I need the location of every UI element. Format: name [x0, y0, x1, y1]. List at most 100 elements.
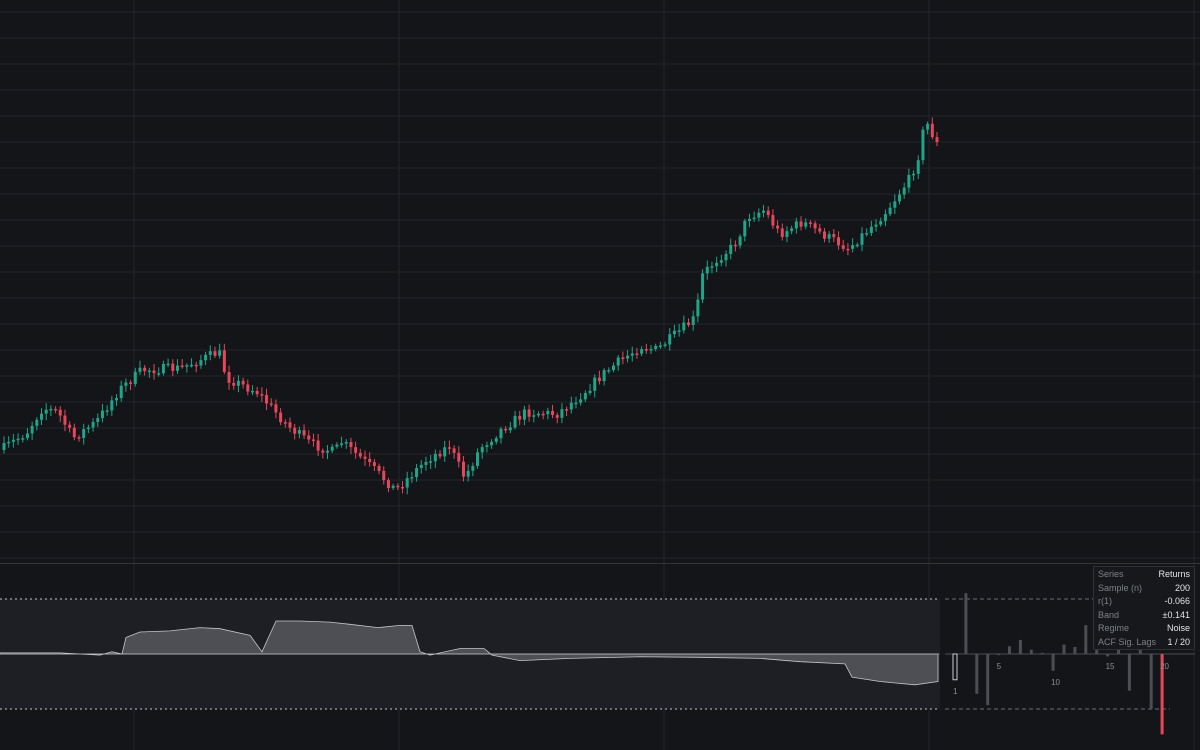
- candle-body-up: [757, 212, 761, 218]
- candle-body-up: [100, 410, 104, 419]
- candle-body-up: [166, 363, 170, 366]
- candle-body-up: [494, 438, 498, 442]
- candle-body-up: [640, 349, 644, 354]
- candle-body-up: [147, 370, 151, 373]
- acf-bar: [1018, 639, 1022, 654]
- candle-body-up: [926, 123, 930, 130]
- candle-body-up: [611, 365, 615, 371]
- acf-bar: [1040, 652, 1044, 654]
- candle-body-up: [715, 262, 719, 267]
- candle-body-down: [452, 448, 456, 453]
- candle-body-up: [340, 443, 344, 445]
- candle-body-up: [466, 470, 470, 477]
- candle-body-down: [461, 461, 465, 477]
- candle-body-down: [687, 322, 691, 325]
- candle-body-down: [241, 380, 245, 385]
- candle-body-down: [255, 390, 259, 395]
- candle-body-up: [672, 330, 676, 335]
- candle-body-up: [583, 393, 587, 400]
- stat-key: Regime: [1098, 623, 1130, 633]
- candle-body-up: [35, 419, 39, 426]
- candle-body-down: [504, 428, 508, 431]
- candle-body-down: [129, 382, 133, 384]
- candle-body-up: [499, 428, 503, 439]
- acf-bar: [1084, 625, 1088, 654]
- candle-body-down: [72, 427, 76, 438]
- candle-body-up: [912, 173, 916, 176]
- candle-body-down: [68, 424, 72, 428]
- candle-body-down: [551, 410, 555, 416]
- candle-body-up: [860, 233, 864, 245]
- candle-body-down: [837, 237, 841, 246]
- stat-value: Noise: [1166, 623, 1190, 633]
- candle-body-down: [279, 412, 283, 423]
- candle-body-up: [405, 478, 409, 488]
- candle-body-up: [25, 433, 29, 439]
- candle-body-down: [565, 409, 569, 411]
- candle-body-down: [283, 422, 287, 424]
- candle-body-down: [930, 123, 934, 138]
- candle-body-down: [222, 350, 226, 372]
- candle-body-down: [194, 364, 198, 367]
- candle-body-up: [110, 400, 114, 411]
- chart-canvas: 151015 20: [0, 0, 1200, 750]
- candle-body-up: [326, 450, 330, 453]
- candle-body-up: [827, 234, 831, 239]
- candle-body-up: [96, 418, 100, 422]
- candle-body-up: [82, 429, 86, 438]
- candle-body-up: [794, 221, 798, 229]
- candle-body-up: [626, 355, 630, 359]
- candle-body-up: [391, 485, 395, 489]
- candle-body-up: [508, 427, 512, 431]
- candle-body-down: [265, 395, 269, 404]
- candle-body-down: [321, 450, 325, 453]
- candle-body-down: [401, 486, 405, 489]
- candle-body-down: [293, 427, 297, 434]
- stat-row-band: Band ±0.141: [1098, 609, 1190, 623]
- candle-body-down: [518, 415, 522, 420]
- candle-body-up: [190, 364, 194, 367]
- candle-body-up: [250, 390, 254, 393]
- candle-body-up: [208, 351, 212, 355]
- candle-body-up: [532, 415, 536, 417]
- acf-bar: [997, 654, 1001, 656]
- candle-body-up: [790, 228, 794, 232]
- candle-body-up: [30, 425, 34, 434]
- candle-body-up: [105, 410, 109, 412]
- candle-body-up: [490, 441, 494, 446]
- acf-tick-label: 15: [1106, 662, 1115, 671]
- stat-key: r(1): [1098, 596, 1112, 606]
- candle-body-down: [377, 465, 381, 471]
- stat-key: ACF Sig. Lags: [1098, 636, 1157, 647]
- candle-body-up: [138, 367, 142, 372]
- candle-body-up: [696, 299, 700, 317]
- candle-body-up: [218, 350, 222, 356]
- candle-body-up: [921, 129, 925, 161]
- candle-body-down: [621, 357, 625, 360]
- stat-value: ±0.141: [1162, 609, 1190, 620]
- candle-body-down: [180, 365, 184, 368]
- candle-body-down: [635, 353, 639, 355]
- candle-body-up: [593, 377, 597, 391]
- candle-body-down: [269, 403, 273, 405]
- candle-body-up: [2, 443, 6, 450]
- candle-body-down: [288, 422, 292, 428]
- acf-bar-lag-1: [952, 653, 958, 681]
- candle-body-up: [157, 373, 161, 375]
- candle-body-up: [588, 390, 592, 394]
- candle-body-up: [185, 365, 189, 367]
- candle-body-up: [907, 174, 911, 188]
- candle-body-up: [579, 399, 583, 403]
- stat-value: -0.066: [1164, 596, 1190, 606]
- candle-body-up: [560, 409, 564, 418]
- candle-body-down: [227, 371, 231, 383]
- candle-body-up: [851, 245, 855, 249]
- candle-body-up: [710, 266, 714, 268]
- candle-body-up: [785, 231, 789, 237]
- candle-body-down: [354, 447, 358, 453]
- acf-bar: [1073, 646, 1077, 654]
- candle-body-down: [555, 415, 559, 418]
- acf-tick-label: 10: [1051, 678, 1060, 687]
- acf-tick-label: 20: [1160, 662, 1169, 671]
- acf-bar: [1106, 654, 1110, 657]
